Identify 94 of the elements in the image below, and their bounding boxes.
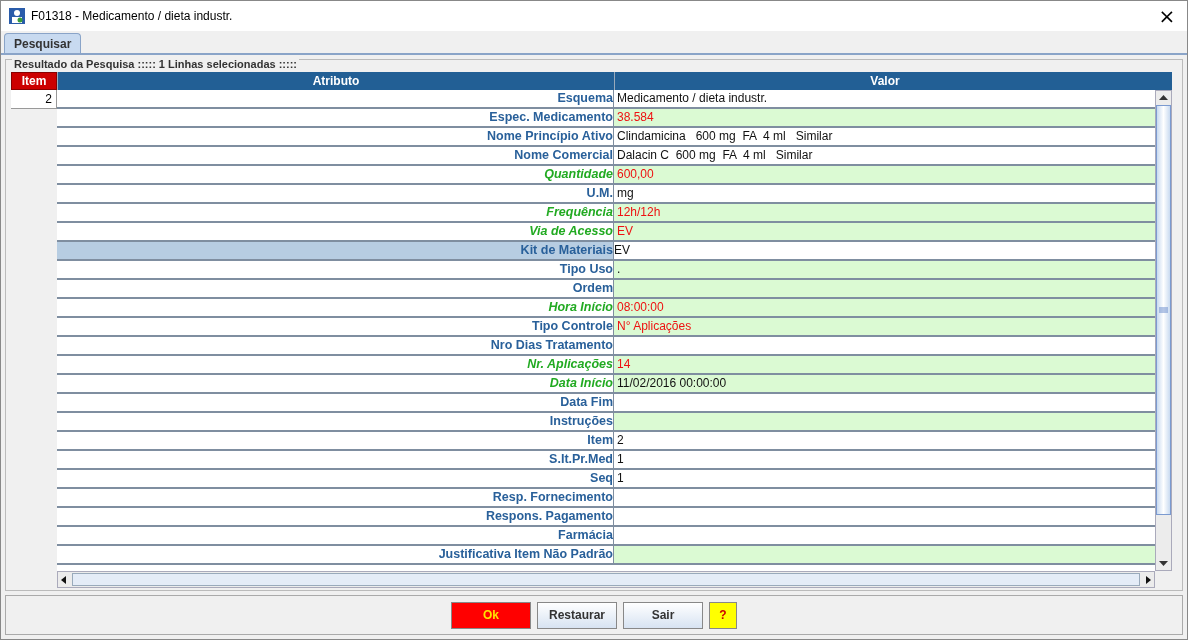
attribute-label: Quantidade bbox=[544, 167, 613, 181]
attribute-cell[interactable]: Nro Dias Tratamento bbox=[57, 337, 614, 356]
value-cell[interactable]: Clindamicina 600 mg FA 4 ml Similar bbox=[614, 128, 1155, 147]
value-cell[interactable] bbox=[614, 546, 1155, 565]
attribute-label: Data Fim bbox=[560, 395, 613, 409]
help-button[interactable]: ? bbox=[709, 601, 737, 629]
value-text: 14 bbox=[617, 357, 631, 371]
close-button[interactable]: × bbox=[1147, 1, 1187, 31]
value-text: 12h/12h bbox=[617, 205, 661, 219]
attribute-cell[interactable]: Nome Princípio Ativo bbox=[57, 128, 614, 147]
attribute-cell[interactable]: Farmácia bbox=[57, 527, 614, 546]
column-header[interactable]: Item bbox=[11, 72, 57, 90]
attribute-label: Kit de Materiais bbox=[520, 243, 613, 257]
value-cell[interactable]: 2 bbox=[614, 432, 1155, 451]
tab[interactable]: Pesquisar bbox=[4, 33, 82, 53]
attribute-cell[interactable]: Resp. Fornecimento bbox=[57, 489, 614, 508]
value-cell[interactable]: Dalacin C 600 mg FA 4 ml Similar bbox=[614, 147, 1155, 166]
value-cell[interactable]: 1 bbox=[614, 451, 1155, 470]
value-cell[interactable] bbox=[614, 413, 1155, 432]
attribute-cell[interactable]: Data Fim bbox=[57, 394, 614, 413]
attribute-label: Frequência bbox=[546, 205, 613, 219]
scroll-thumb[interactable] bbox=[1156, 105, 1171, 515]
value-text: Medicamento / dieta industr. bbox=[617, 91, 768, 105]
attribute-label: Respons. Pagamento bbox=[485, 509, 613, 523]
attribute-cell[interactable]: Kit de Materiais bbox=[57, 242, 614, 261]
attribute-cell[interactable]: Justificativa Item Não Padrão bbox=[57, 546, 614, 565]
attribute-cell[interactable]: U.M. bbox=[57, 185, 614, 204]
vertical-scrollbar[interactable] bbox=[1155, 90, 1172, 571]
attribute-label: Espec. Medicamento bbox=[489, 110, 613, 124]
attribute-label: Justificativa Item Não Padrão bbox=[438, 547, 613, 561]
attribute-label: S.It.Pr.Med bbox=[549, 452, 613, 466]
attribute-cell[interactable]: Esquema bbox=[57, 90, 614, 109]
value-text: 11/02/2016 00:00:00 bbox=[617, 376, 727, 390]
attribute-cell[interactable]: Nome Comercial bbox=[57, 147, 614, 166]
value-cell[interactable]: 12h/12h bbox=[614, 204, 1155, 223]
value-cell[interactable]: . bbox=[614, 261, 1155, 280]
value-text: EV bbox=[617, 224, 633, 238]
attribute-label: Tipo Controle bbox=[532, 319, 613, 333]
attribute-label: Data Início bbox=[549, 376, 613, 390]
value-text: 38.584 bbox=[617, 110, 654, 124]
value-cell[interactable]: 600,00 bbox=[614, 166, 1155, 185]
value-text: . bbox=[617, 262, 621, 276]
attribute-label: Item bbox=[587, 433, 613, 447]
attribute-cell[interactable]: Ordem bbox=[57, 280, 614, 299]
value-text: 1 bbox=[617, 471, 624, 485]
attribute-label: Farmácia bbox=[558, 528, 613, 542]
attribute-label: U.M. bbox=[586, 186, 613, 200]
attribute-cell[interactable]: Tipo Controle bbox=[57, 318, 614, 337]
attribute-label: Nr. Aplicações bbox=[527, 357, 613, 371]
value-text: 1 bbox=[617, 452, 624, 466]
value-cell[interactable]: N° Aplicações bbox=[614, 318, 1155, 337]
scroll-thumb[interactable] bbox=[72, 573, 1140, 586]
value-text: 600,00 bbox=[617, 167, 654, 181]
value-text: Dalacin C 600 mg FA 4 ml Similar bbox=[617, 148, 813, 162]
attribute-cell[interactable]: Espec. Medicamento bbox=[57, 109, 614, 128]
horizontal-scrollbar[interactable] bbox=[57, 571, 1155, 588]
value-cell[interactable]: EV bbox=[614, 242, 1155, 261]
row-number[interactable]: 2 bbox=[11, 90, 57, 109]
value-text: N° Aplicações bbox=[617, 319, 692, 333]
value-cell[interactable] bbox=[614, 280, 1155, 299]
window-title: F01318 - Medicamento / dieta industr. bbox=[31, 9, 233, 23]
attribute-label: Nro Dias Tratamento bbox=[490, 338, 613, 352]
attribute-cell[interactable]: Item bbox=[57, 432, 614, 451]
attribute-label: Ordem bbox=[572, 281, 613, 295]
value-text: 08:00:00 bbox=[617, 300, 664, 314]
attribute-label: Via de Acesso bbox=[529, 224, 613, 238]
value-text: EV bbox=[614, 243, 630, 257]
value-cell[interactable]: 14 bbox=[614, 356, 1155, 375]
attribute-label: Nome Comercial bbox=[514, 148, 613, 162]
action-button[interactable]: Sair bbox=[623, 601, 703, 629]
attribute-label: Instruções bbox=[549, 414, 613, 428]
attribute-cell[interactable]: Seq bbox=[57, 470, 614, 489]
attribute-label: Nome Princípio Ativo bbox=[487, 129, 613, 143]
value-cell[interactable]: Medicamento / dieta industr. bbox=[614, 90, 1155, 109]
attribute-cell[interactable]: Tipo Uso bbox=[57, 261, 614, 280]
value-text: 2 bbox=[617, 433, 624, 447]
value-cell[interactable]: 1 bbox=[614, 470, 1155, 489]
attribute-label: Tipo Uso bbox=[559, 262, 613, 276]
app-icon bbox=[9, 8, 25, 24]
value-cell[interactable]: 11/02/2016 00:00:00 bbox=[614, 375, 1155, 394]
attribute-cell[interactable]: Instruções bbox=[57, 413, 614, 432]
value-cell[interactable]: EV bbox=[614, 223, 1155, 242]
value-text: mg bbox=[617, 186, 634, 200]
attribute-label: Esquema bbox=[557, 91, 613, 105]
attribute-label: Resp. Fornecimento bbox=[492, 490, 613, 504]
action-button[interactable]: Restaurar bbox=[537, 601, 617, 629]
attribute-label: Hora Início bbox=[548, 300, 613, 314]
value-cell[interactable]: 08:00:00 bbox=[614, 299, 1155, 318]
attribute-cell[interactable]: S.It.Pr.Med bbox=[57, 451, 614, 470]
attribute-cell[interactable]: Respons. Pagamento bbox=[57, 508, 614, 527]
attribute-label: Seq bbox=[590, 471, 613, 485]
group-title: Resultado da Pesquisa ::::: 1 Linhas selecionadas ::::: bbox=[12, 58, 299, 70]
value-cell[interactable]: 38.584 bbox=[614, 109, 1155, 128]
value-text: Clindamicina 600 mg FA 4 ml Similar bbox=[617, 129, 833, 143]
